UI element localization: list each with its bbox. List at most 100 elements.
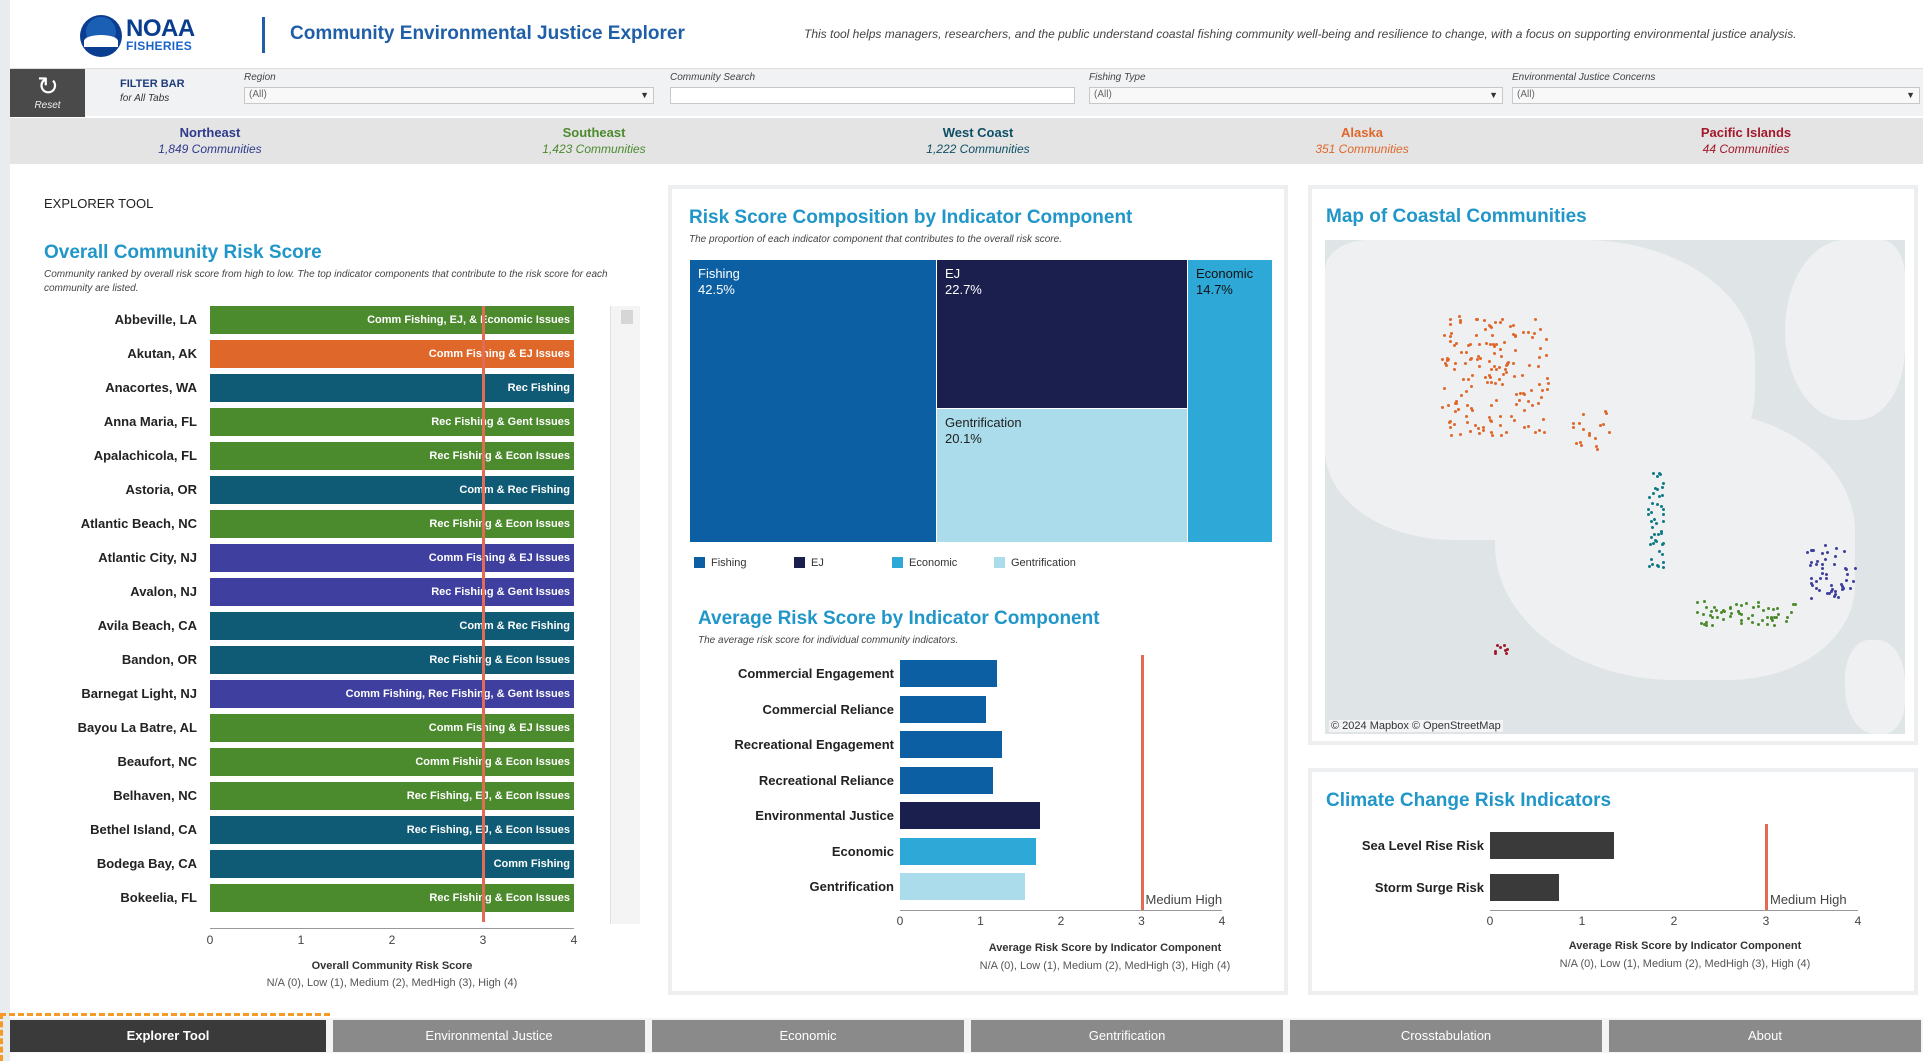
community-marker[interactable] (1446, 403, 1450, 407)
community-marker[interactable] (1506, 648, 1510, 652)
community-marker[interactable] (1470, 373, 1474, 377)
community-marker[interactable] (1839, 582, 1843, 586)
community-marker[interactable] (1490, 333, 1494, 337)
community-marker[interactable] (1504, 651, 1508, 655)
community-marker[interactable] (1730, 611, 1734, 615)
community-marker[interactable] (1502, 340, 1506, 344)
community-marker[interactable] (1655, 475, 1659, 479)
community-marker[interactable] (1514, 392, 1518, 396)
community-marker[interactable] (1488, 325, 1492, 329)
community-marker[interactable] (1504, 430, 1508, 434)
community-marker[interactable] (1475, 357, 1479, 361)
community-marker[interactable] (1465, 414, 1469, 418)
community-risk-bar[interactable]: Rec Fishing & Econ Issues (210, 442, 574, 470)
community-marker[interactable] (1657, 564, 1661, 568)
legend-item[interactable]: Gentrification (994, 557, 1076, 569)
community-risk-bar[interactable]: Comm Fishing & EJ Issues (210, 340, 574, 368)
tab-economic[interactable]: Economic (652, 1020, 964, 1052)
community-marker[interactable] (1728, 615, 1732, 619)
community-marker[interactable] (1757, 622, 1761, 626)
community-name[interactable]: Akutan, AK (40, 346, 197, 361)
community-marker[interactable] (1854, 567, 1858, 571)
legend-item[interactable]: Economic (892, 557, 957, 569)
community-name[interactable]: Avila Beach, CA (40, 618, 197, 633)
community-marker[interactable] (1657, 532, 1661, 536)
community-name[interactable]: Barnegat Light, NJ (40, 686, 197, 701)
community-marker[interactable] (1750, 613, 1754, 617)
community-marker[interactable] (1529, 388, 1533, 392)
community-marker[interactable] (1829, 583, 1833, 587)
community-marker[interactable] (1762, 608, 1766, 612)
community-marker[interactable] (1442, 333, 1446, 337)
community-marker[interactable] (1649, 535, 1653, 539)
community-marker[interactable] (1448, 317, 1452, 321)
community-marker[interactable] (1489, 403, 1493, 407)
community-name[interactable]: Belhaven, NC (40, 788, 197, 803)
community-risk-bar[interactable]: Rec Fishing, EJ, & Econ Issues (210, 816, 574, 844)
community-marker[interactable] (1595, 447, 1599, 451)
tab-crosstabulation[interactable]: Crosstabulation (1290, 1020, 1602, 1052)
community-marker[interactable] (1520, 374, 1524, 378)
community-marker[interactable] (1477, 342, 1481, 346)
community-marker[interactable] (1545, 376, 1549, 380)
community-risk-bar[interactable]: Rec Fishing (210, 374, 574, 402)
community-marker[interactable] (1500, 354, 1504, 358)
community-marker[interactable] (1737, 609, 1741, 613)
region-northeast[interactable]: Northeast 1,849 Communities (90, 125, 330, 156)
community-marker[interactable] (1602, 422, 1606, 426)
community-marker[interactable] (1449, 433, 1453, 437)
community-marker[interactable] (1539, 327, 1543, 331)
community-marker[interactable] (1465, 403, 1469, 407)
community-name[interactable]: Bokeelia, FL (40, 890, 197, 905)
fishing-type-select[interactable]: (All) ▼ (1089, 87, 1503, 104)
community-marker[interactable] (1522, 425, 1526, 429)
bar[interactable] (900, 731, 1003, 758)
community-marker[interactable] (1518, 391, 1522, 395)
community-marker[interactable] (1819, 576, 1823, 580)
treemap-tile-fishing[interactable]: Fishing 42.5% (690, 260, 936, 542)
region-pacific-islands[interactable]: Pacific Islands 44 Communities (1626, 125, 1866, 156)
community-marker[interactable] (1484, 341, 1488, 345)
community-marker[interactable] (1835, 546, 1839, 550)
community-marker[interactable] (1538, 346, 1542, 350)
community-name[interactable]: Bandon, OR (40, 652, 197, 667)
community-marker[interactable] (1649, 558, 1653, 562)
tab-gentrification[interactable]: Gentrification (971, 1020, 1283, 1052)
community-marker[interactable] (1648, 542, 1652, 546)
community-marker[interactable] (1581, 412, 1585, 416)
community-name[interactable]: Bethel Island, CA (40, 822, 197, 837)
community-name[interactable]: Astoria, OR (40, 482, 197, 497)
community-marker[interactable] (1547, 381, 1550, 385)
community-marker[interactable] (1466, 377, 1470, 381)
treemap-tile-gentrification[interactable]: Gentrification 20.1% (937, 409, 1187, 542)
community-marker[interactable] (1503, 643, 1507, 647)
community-risk-bar[interactable]: Comm & Rec Fishing (210, 476, 574, 504)
community-marker[interactable] (1545, 337, 1549, 341)
region-select[interactable]: (All) ▼ (244, 87, 654, 104)
community-marker[interactable] (1594, 445, 1598, 449)
community-marker[interactable] (1657, 495, 1661, 499)
community-risk-bar[interactable]: Comm Fishing & EJ Issues (210, 544, 574, 572)
community-name[interactable]: Bodega Bay, CA (40, 856, 197, 871)
community-marker[interactable] (1593, 436, 1597, 440)
community-marker[interactable] (1545, 388, 1549, 392)
community-marker[interactable] (1773, 623, 1777, 627)
community-marker[interactable] (1704, 620, 1708, 624)
community-marker[interactable] (1581, 427, 1585, 431)
community-marker[interactable] (1443, 361, 1447, 365)
map-attribution[interactable]: © 2024 Mapbox © OpenStreetMap (1329, 720, 1503, 732)
community-risk-bar[interactable]: Comm Fishing & Econ Issues (210, 748, 574, 776)
community-marker[interactable] (1825, 551, 1829, 555)
community-marker[interactable] (1517, 398, 1521, 402)
legend-item[interactable]: Fishing (694, 557, 746, 569)
treemap-tile-ej[interactable]: EJ 22.7% (937, 260, 1187, 408)
ej-concerns-select[interactable]: (All) ▼ (1512, 87, 1920, 104)
community-marker[interactable] (1481, 425, 1485, 429)
community-name[interactable]: Avalon, NJ (40, 584, 197, 599)
community-name[interactable]: Anacortes, WA (40, 380, 197, 395)
community-marker[interactable] (1465, 350, 1469, 354)
community-name[interactable]: Apalachicola, FL (40, 448, 197, 463)
community-risk-bar[interactable]: Comm & Rec Fishing (210, 612, 574, 640)
community-marker[interactable] (1825, 572, 1829, 576)
community-risk-bar[interactable]: Comm Fishing & EJ Issues (210, 714, 574, 742)
